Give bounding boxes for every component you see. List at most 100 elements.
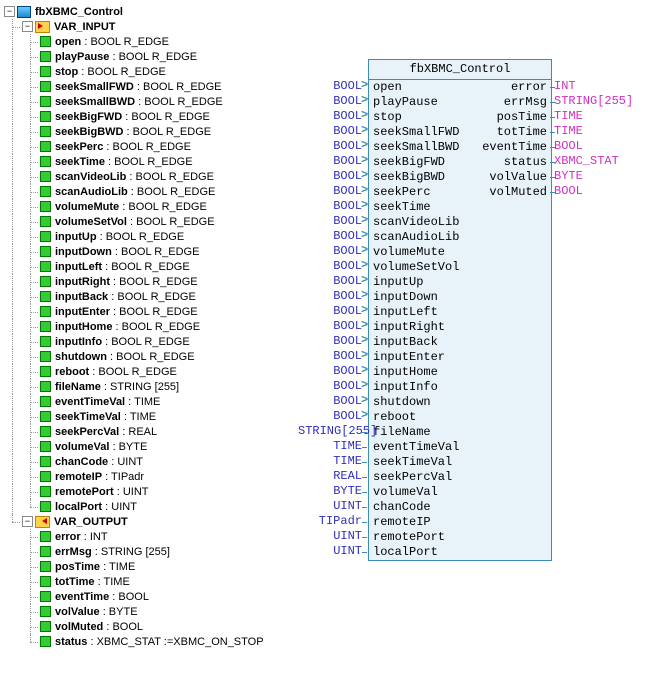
edge-arrow-icon: >: [361, 348, 368, 363]
fb-input-type: BOOL: [298, 94, 362, 109]
tree-var[interactable]: stop : BOOL R_EDGE: [4, 64, 660, 79]
var-icon: [40, 171, 51, 182]
var-icon: [40, 561, 51, 572]
var-label: errMsg : STRING [255]: [55, 546, 170, 558]
tree-var[interactable]: playPause : BOOL R_EDGE: [4, 49, 660, 64]
var-icon: [40, 126, 51, 137]
fb-input-type: BOOL: [298, 184, 362, 199]
var-label: volValue : BYTE: [55, 606, 138, 618]
fb-row: seekBigFWDstatus: [373, 155, 547, 170]
tree-var[interactable]: posTime : TIME: [4, 559, 660, 574]
var-label: volumeSetVol : BOOL R_EDGE: [55, 216, 215, 228]
var-icon: [40, 216, 51, 227]
var-label: seekBigBWD : BOOL R_EDGE: [55, 126, 211, 138]
var-label: seekPercVal : REAL: [55, 426, 157, 438]
fb-row: openerror: [373, 80, 547, 95]
fb-input-type: BOOL: [298, 334, 362, 349]
var-label: open : BOOL R_EDGE: [55, 36, 169, 48]
fb-row: reboot: [373, 410, 547, 425]
var-icon: [40, 111, 51, 122]
tree-var[interactable]: status : XBMC_STAT :=XBMC_ON_STOP: [4, 634, 660, 649]
fb-input-type: BOOL: [298, 244, 362, 259]
var-label: seekSmallFWD : BOOL R_EDGE: [55, 81, 222, 93]
var-label: reboot : BOOL R_EDGE: [55, 366, 177, 378]
fb-box: fbXBMC_Control openerrorplayPauseerrMsg s…: [368, 59, 552, 561]
var-icon: [40, 471, 51, 482]
collapse-icon[interactable]: −: [4, 6, 15, 17]
fb-input-name: remoteIP: [373, 515, 431, 530]
fb-input-type: BOOL: [298, 169, 362, 184]
fb-output-type: BYTE: [554, 169, 583, 184]
var-label: eventTimeVal : TIME: [55, 396, 160, 408]
fb-input-type: TIME: [298, 454, 362, 469]
collapse-icon[interactable]: −: [22, 21, 33, 32]
fb-output-type: TIME: [554, 124, 583, 139]
var-icon: [40, 546, 51, 557]
fb-input-type: UINT: [298, 529, 362, 544]
fb-row: seekTimeVal: [373, 455, 547, 470]
edge-arrow-icon: >: [361, 318, 368, 333]
fb-input-type: REAL: [298, 469, 362, 484]
folder-in-icon: [35, 21, 50, 33]
edge-arrow-icon: >: [361, 333, 368, 348]
var-icon: [40, 276, 51, 287]
fb-input-type: BOOL: [298, 304, 362, 319]
tree-var[interactable]: eventTime : BOOL: [4, 589, 660, 604]
tree-var[interactable]: volMuted : BOOL: [4, 619, 660, 634]
fb-row: inputInfo: [373, 380, 547, 395]
fb-row: playPauseerrMsg: [373, 95, 547, 110]
tree-var[interactable]: totTime : TIME: [4, 574, 660, 589]
collapse-icon[interactable]: −: [22, 516, 33, 527]
var-icon: [40, 486, 51, 497]
fb-row: volumeSetVol: [373, 260, 547, 275]
fb-input-name: volumeSetVol: [373, 260, 459, 275]
fb-input-type: UINT: [298, 544, 362, 559]
fb-output-type: XBMC_STAT: [554, 154, 619, 169]
fb-input-type: TIPadr: [298, 514, 362, 529]
var-label: totTime : TIME: [55, 576, 130, 588]
fb-row: remotePort: [373, 530, 547, 545]
var-icon: [40, 186, 51, 197]
fb-output-name: error: [511, 80, 547, 95]
edge-arrow-icon: >: [361, 393, 368, 408]
fb-input-name: scanAudioLib: [373, 230, 459, 245]
fb-input-type: BOOL: [298, 289, 362, 304]
fb-row: fileName: [373, 425, 547, 440]
var-icon: [40, 381, 51, 392]
fb-input-type: BOOL: [298, 109, 362, 124]
fb-input-type: BOOL: [298, 154, 362, 169]
edge-arrow-icon: >: [361, 198, 368, 213]
fb-output-type: STRING[255]: [554, 94, 633, 109]
tree-var[interactable]: open : BOOL R_EDGE: [4, 34, 660, 49]
edge-arrow-icon: >: [361, 153, 368, 168]
var-label: stop : BOOL R_EDGE: [55, 66, 166, 78]
fb-input-type: BOOL: [298, 229, 362, 244]
var-icon: [40, 456, 51, 467]
section-label: VAR_OUTPUT: [54, 516, 128, 528]
fb-input-name: inputUp: [373, 275, 423, 290]
var-icon: [40, 81, 51, 92]
var-icon: [40, 261, 51, 272]
fb-input-type: BYTE: [298, 484, 362, 499]
fb-row: shutdown: [373, 395, 547, 410]
fb-output-type: INT: [554, 79, 576, 94]
var-icon: [40, 141, 51, 152]
section-label: VAR_INPUT: [54, 21, 116, 33]
fb-row: inputEnter: [373, 350, 547, 365]
fb-input-name: inputLeft: [373, 305, 438, 320]
edge-arrow-icon: >: [361, 258, 368, 273]
var-label: chanCode : UINT: [55, 456, 143, 468]
fb-input-type: BOOL: [298, 259, 362, 274]
var-label: volMuted : BOOL: [55, 621, 143, 633]
folder-out-icon: [35, 516, 50, 528]
fb-title: fbXBMC_Control: [369, 60, 551, 80]
root-label: fbXBMC_Control: [35, 6, 123, 18]
tree-root[interactable]: − fbXBMC_Control: [4, 4, 660, 19]
tree-var[interactable]: volValue : BYTE: [4, 604, 660, 619]
var-label: inputUp : BOOL R_EDGE: [55, 231, 184, 243]
tree-var-input[interactable]: − VAR_INPUT: [4, 19, 660, 34]
fb-row: seekSmallFWDtotTime: [373, 125, 547, 140]
fb-row: seekSmallBWDeventTime: [373, 140, 547, 155]
fb-input-name: seekBigFWD: [373, 155, 445, 170]
fb-input-name: remotePort: [373, 530, 445, 545]
